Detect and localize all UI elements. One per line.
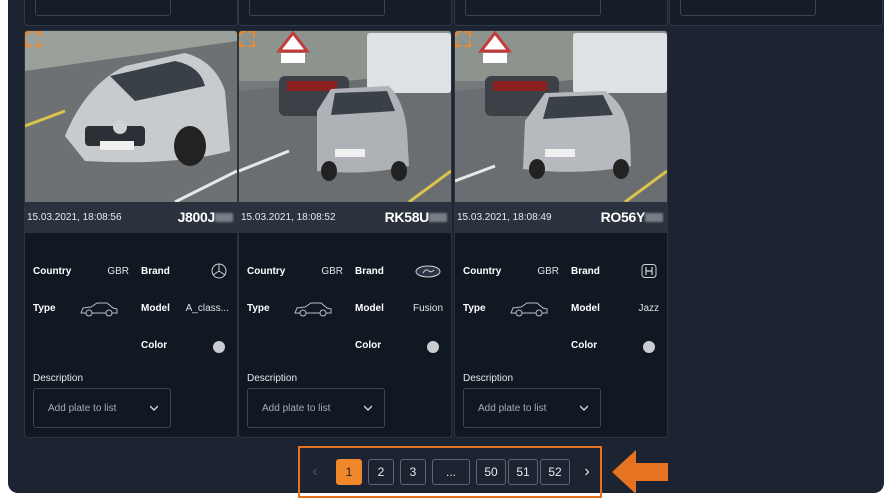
ford-logo-icon (415, 265, 441, 278)
page-button-51[interactable]: 51 (508, 459, 538, 485)
expand-icon[interactable] (239, 31, 255, 47)
capture-timestamp: 15.03.2021, 18:08:49 (457, 212, 552, 223)
capture-info-bar: 15.03.2021, 18:08:52 RK58U (239, 202, 451, 233)
mercedes-logo-icon (211, 263, 227, 279)
add-plate-to-list-select[interactable]: Add plate to list (463, 388, 601, 428)
honda-logo-icon (641, 264, 657, 278)
color-label: Color (355, 340, 382, 351)
country-label: Country (247, 266, 286, 277)
model-value: Fusion (412, 303, 443, 314)
add-plate-to-list-select[interactable]: Add plate to list (247, 388, 385, 428)
car-icon (294, 302, 332, 317)
color-row: Color (239, 336, 451, 356)
color-label: Color (571, 340, 598, 351)
page-button-2[interactable]: 2 (368, 459, 394, 485)
model-value: Jazz (638, 303, 659, 314)
color-row: Color (25, 336, 237, 356)
add-plate-to-list-select[interactable]: Add plate to list (33, 388, 171, 428)
pagination: ‹ 1 2 3 ... 50 51 52 › (298, 446, 602, 498)
capture-info-bar: 15.03.2021, 18:08:56 J800J (25, 202, 237, 233)
highlight-arrow-icon (612, 450, 668, 494)
description-label: Description (33, 373, 84, 384)
country-brand-row: Country GBR Brand (239, 262, 451, 282)
expand-icon[interactable] (455, 31, 471, 47)
color-swatch (427, 341, 439, 353)
country-label: Country (33, 266, 72, 277)
page-button-50[interactable]: 50 (476, 459, 506, 485)
brand-label: Brand (141, 266, 170, 277)
chevron-left-icon[interactable]: ‹ (308, 459, 322, 485)
vehicle-photo[interactable] (455, 31, 667, 202)
select-placeholder: Add plate to list (48, 403, 117, 414)
brand-label: Brand (571, 266, 600, 277)
country-brand-row: Country GBR Brand (25, 262, 237, 282)
select-placeholder: Add plate to list (262, 403, 331, 414)
chevron-down-icon (364, 405, 372, 411)
type-model-row: Type Model Jazz (455, 299, 667, 319)
plate-redaction (645, 213, 663, 222)
license-plate: RK58U (384, 209, 430, 225)
color-swatch (213, 341, 225, 353)
car-icon (510, 302, 548, 317)
page-button-52[interactable]: 52 (540, 459, 570, 485)
result-card[interactable]: 15.03.2021, 18:08:56 J800J Country GBR B… (24, 30, 238, 438)
country-label: Country (463, 266, 502, 277)
country-value: GBR (537, 266, 559, 277)
license-plate: J800J (177, 209, 216, 225)
page-button-3[interactable]: 3 (400, 459, 426, 485)
capture-timestamp: 15.03.2021, 18:08:56 (27, 212, 122, 223)
select-placeholder: Add plate to list (478, 403, 547, 414)
chevron-down-icon (580, 405, 588, 411)
result-card[interactable]: 15.03.2021, 18:08:52 RK58U Country GBR B… (238, 30, 452, 438)
country-brand-row: Country GBR Brand (455, 262, 667, 282)
result-card-partial[interactable] (24, 0, 238, 26)
description-label: Description (463, 373, 514, 384)
expand-icon[interactable] (25, 31, 41, 47)
country-value: GBR (321, 266, 343, 277)
country-value: GBR (107, 266, 129, 277)
type-model-row: Type Model A_class... (25, 299, 237, 319)
result-card[interactable]: 15.03.2021, 18:08:49 RO56Y Country GBR B… (454, 30, 668, 438)
vehicle-photo[interactable] (239, 31, 451, 202)
type-label: Type (33, 303, 56, 314)
plate-redaction (429, 213, 447, 222)
type-label: Type (463, 303, 486, 314)
model-label: Model (571, 303, 600, 314)
color-label: Color (141, 340, 168, 351)
type-label: Type (247, 303, 270, 314)
capture-info-bar: 15.03.2021, 18:08:49 RO56Y (455, 202, 667, 233)
result-card-partial[interactable] (669, 0, 883, 26)
result-card-partial[interactable] (454, 0, 668, 26)
color-row: Color (455, 336, 667, 356)
license-plate: RO56Y (600, 209, 646, 225)
car-icon (80, 302, 118, 317)
plate-redaction (215, 213, 233, 222)
model-label: Model (141, 303, 170, 314)
page-ellipsis[interactable]: ... (432, 459, 470, 485)
model-value: A_class... (185, 303, 229, 314)
results-panel: 15.03.2021, 18:08:56 J800J Country GBR B… (8, 0, 884, 493)
vehicle-photo[interactable] (25, 31, 237, 202)
brand-label: Brand (355, 266, 384, 277)
color-swatch (643, 341, 655, 353)
page-button-1[interactable]: 1 (336, 459, 362, 485)
type-model-row: Type Model Fusion (239, 299, 451, 319)
capture-timestamp: 15.03.2021, 18:08:52 (241, 212, 336, 223)
result-card-partial[interactable] (238, 0, 452, 26)
chevron-down-icon (150, 405, 158, 411)
description-label: Description (247, 373, 298, 384)
model-label: Model (355, 303, 384, 314)
chevron-right-icon[interactable]: › (580, 459, 594, 485)
